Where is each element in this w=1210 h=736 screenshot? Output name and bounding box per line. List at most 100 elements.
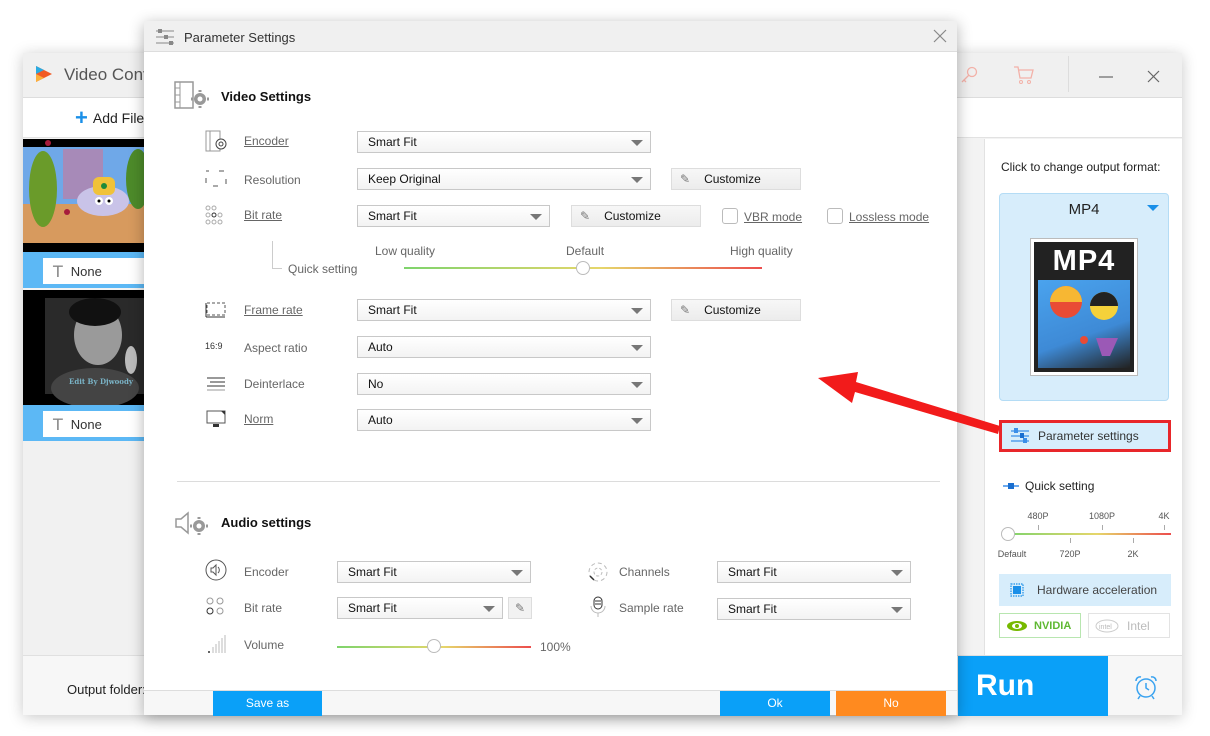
resolution-customize-button[interactable]: ✎ Customize	[671, 168, 801, 190]
aspect-ratio-label: Aspect ratio	[244, 341, 308, 355]
channels-select[interactable]: Smart Fit	[717, 561, 911, 583]
chevron-down-icon	[631, 177, 643, 183]
chip-icon	[1010, 583, 1024, 597]
tick-label-default: Default	[997, 549, 1027, 559]
section-divider	[177, 481, 940, 482]
resolution-slider-knob[interactable]	[1001, 527, 1015, 541]
cart-icon[interactable]	[1013, 65, 1035, 85]
vbr-mode-label[interactable]: VBR mode	[744, 210, 802, 224]
tree-connector	[272, 241, 273, 268]
close-icon[interactable]	[1143, 67, 1165, 87]
audio-settings-icon	[175, 511, 208, 535]
pencil-icon: ✎	[680, 303, 691, 317]
aspect-ratio-select[interactable]: Auto	[357, 336, 651, 358]
bitrate-icon	[205, 205, 223, 225]
frame-rate-select[interactable]: Smart Fit	[357, 299, 651, 321]
chevron-down-icon	[631, 418, 643, 424]
deinterlace-select[interactable]: No	[357, 373, 651, 395]
ok-button[interactable]: Ok	[720, 691, 830, 716]
add-file-button[interactable]: + Add File	[75, 107, 145, 129]
resolution-select[interactable]: Keep Original	[357, 168, 651, 190]
tick-label-2k: 2K	[1127, 549, 1139, 559]
deinterlace-icon	[207, 377, 225, 391]
deinterlace-label: Deinterlace	[244, 377, 305, 391]
chevron-down-icon	[891, 570, 903, 576]
bitrate-customize-button[interactable]: ✎ Customize	[571, 205, 701, 227]
bitrate-select[interactable]: Smart Fit	[357, 205, 550, 227]
alarm-icon[interactable]	[1133, 674, 1159, 700]
sliders-icon	[1011, 428, 1029, 443]
video-thumbnail-cartoon[interactable]	[23, 139, 145, 252]
nvidia-eye-icon	[1007, 620, 1027, 631]
save-as-button[interactable]: Save as	[213, 691, 322, 716]
parameter-settings-dialog: Parameter Settings Video Settings Encode…	[144, 21, 957, 716]
app-logo-icon	[36, 66, 52, 82]
norm-label[interactable]: Norm	[244, 412, 273, 426]
slider-mini-icon	[1003, 483, 1019, 489]
chevron-down-icon	[631, 345, 643, 351]
cartoon-thumbnail-image	[23, 139, 145, 252]
volume-slider-knob[interactable]	[427, 639, 441, 653]
frame-rate-label[interactable]: Frame rate	[244, 303, 303, 317]
subtitle-value: None	[70, 263, 102, 279]
dialog-footer: Save as Ok No	[144, 690, 957, 716]
hardware-acceleration-header: Hardware acceleration	[999, 574, 1171, 606]
resolution-track[interactable]	[1007, 533, 1171, 535]
resolution-icon	[205, 170, 227, 187]
audio-encoder-label: Encoder	[244, 565, 289, 579]
pencil-icon: ✎	[680, 172, 691, 186]
bitrate-label[interactable]: Bit rate	[244, 208, 282, 222]
format-thumb-label: MP4	[1052, 245, 1116, 277]
monitor-icon	[206, 410, 226, 427]
subtitle-select[interactable]: T None	[43, 411, 145, 437]
key-icon[interactable]	[959, 65, 979, 85]
subtitle-select[interactable]: T None	[43, 258, 145, 284]
chevron-down-icon	[530, 214, 542, 220]
audio-settings-title: Audio settings	[221, 515, 312, 530]
quality-slider-knob[interactable]	[576, 261, 590, 275]
chevron-down-icon	[631, 140, 643, 146]
chevron-down-icon	[483, 606, 495, 612]
close-icon[interactable]	[933, 29, 947, 43]
audio-encoder-select[interactable]: Smart Fit	[337, 561, 531, 583]
high-quality-label: High quality	[730, 244, 793, 258]
output-format-card[interactable]: MP4 MP4	[999, 193, 1169, 401]
frame-rate-customize-button[interactable]: ✎ Customize	[671, 299, 801, 321]
lossless-mode-label[interactable]: Lossless mode	[849, 210, 929, 224]
norm-select[interactable]: Auto	[357, 409, 651, 431]
audio-bitrate-select[interactable]: Smart Fit	[337, 597, 503, 619]
format-hint: Click to change output format:	[1001, 160, 1161, 174]
output-folder-label: Output folder:	[67, 682, 146, 697]
nvidia-toggle[interactable]: NVIDIA	[999, 613, 1081, 638]
app-title: Video Conv	[64, 65, 152, 84]
tick-label-480p: 480P	[1027, 511, 1049, 521]
parameter-settings-label: Parameter settings	[1038, 429, 1139, 443]
intel-toggle[interactable]: intel Intel	[1088, 613, 1170, 638]
lossless-mode-checkbox[interactable]	[827, 208, 843, 224]
audio-bitrate-edit-button[interactable]: ✎	[508, 597, 532, 619]
video-encoder-select[interactable]: Smart Fit	[357, 131, 651, 153]
subtitle-bar: T None	[23, 252, 145, 288]
run-button[interactable]: Run	[958, 656, 1108, 716]
resolution-slider[interactable]: 480P 1080P 4K Default 720P 2K	[997, 503, 1173, 563]
sample-rate-label: Sample rate	[619, 601, 684, 615]
text-icon: T	[53, 414, 63, 434]
dialog-title: Parameter Settings	[184, 30, 296, 45]
channels-label: Channels	[619, 565, 670, 579]
no-button[interactable]: No	[836, 691, 946, 716]
sliders-icon	[156, 29, 174, 45]
vbr-mode-checkbox[interactable]	[722, 208, 738, 224]
format-name: MP4	[1068, 201, 1100, 218]
volume-value: 100%	[540, 640, 571, 654]
parameter-settings-button[interactable]: Parameter settings	[999, 420, 1171, 452]
pencil-icon: ✎	[580, 209, 591, 223]
minimize-icon[interactable]	[1095, 67, 1117, 87]
chevron-down-icon	[631, 382, 643, 388]
subtitle-value: None	[70, 416, 102, 432]
add-file-label: Add File	[92, 110, 145, 126]
sample-rate-select[interactable]: Smart Fit	[717, 598, 911, 620]
dropdown-arrow-icon[interactable]	[1147, 205, 1159, 211]
chevron-down-icon	[631, 308, 643, 314]
video-thumbnail-bw[interactable]: Edit By Djwoody	[23, 290, 145, 405]
encoder-label[interactable]: Encoder	[244, 134, 289, 148]
